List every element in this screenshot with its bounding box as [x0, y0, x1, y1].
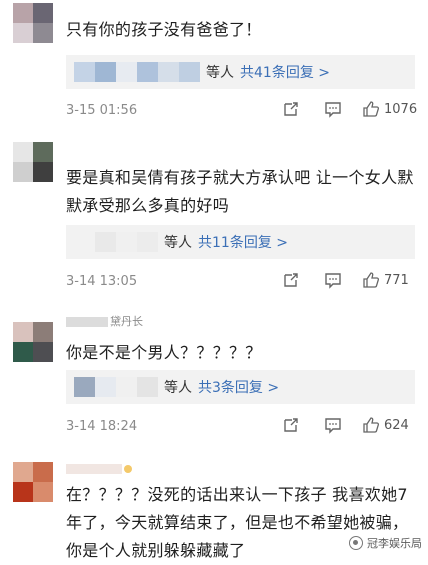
comment-actions: 1076: [282, 100, 417, 118]
share-icon[interactable]: [282, 416, 300, 434]
avatar-pixel: [33, 162, 53, 182]
timestamp: 3-14 18:24: [66, 419, 138, 434]
avatar-pixel: [13, 142, 33, 162]
others-label: 等人: [206, 65, 234, 81]
like-count: 624: [384, 417, 409, 433]
avatar-pixel: [33, 342, 53, 362]
avatar[interactable]: [13, 322, 53, 362]
avatar-pixel: [33, 23, 53, 43]
like-icon[interactable]: [362, 100, 380, 118]
view-replies-link[interactable]: 共3条回复 >: [198, 377, 279, 397]
avatar-pixel: [13, 342, 33, 362]
avatar-pixel: [33, 462, 53, 482]
timestamp: 3-14 13:05: [66, 274, 138, 289]
watermark-text: 冠李娱乐局: [367, 537, 422, 550]
view-replies-link[interactable]: 共11条回复 >: [198, 232, 288, 252]
blurred-usernames: [74, 62, 200, 82]
avatar-pixel: [33, 142, 53, 162]
avatar[interactable]: [13, 142, 53, 182]
vip-badge-icon: [124, 465, 132, 473]
like-count: 1076: [384, 101, 418, 117]
avatar-pixel: [13, 462, 33, 482]
reply-preview[interactable]: 等人 共41条回复 >: [66, 55, 415, 89]
share-icon[interactable]: [282, 100, 300, 118]
blurred-usernames: [74, 377, 158, 397]
avatar-pixel: [33, 482, 53, 502]
like-count: 771: [384, 272, 409, 288]
share-icon[interactable]: [282, 271, 300, 289]
avatar[interactable]: [13, 3, 53, 43]
comment-icon[interactable]: [324, 271, 342, 289]
others-label: 等人: [164, 380, 192, 396]
comment-actions: 771: [282, 271, 409, 289]
avatar-pixel: [33, 322, 53, 342]
reply-preview[interactable]: 等人 共11条回复 >: [66, 225, 415, 259]
comment-text: 只有你的孩子没有爸爸了！: [66, 20, 262, 39]
view-replies-link[interactable]: 共41条回复 >: [240, 62, 330, 82]
username[interactable]: 黛丹长: [66, 316, 143, 328]
comment-text: 在？？？？没死的话出来认一下孩子 我喜欢她7年了，今天就算结束了，但是也不希望她…: [66, 485, 409, 560]
comment-text: 要是真和吴倩有孩子就大方承认吧 让一个女人默默承受那么多真的好吗: [66, 168, 414, 215]
wechat-logo-icon: [349, 536, 363, 550]
username[interactable]: [66, 463, 132, 475]
avatar-pixel: [13, 3, 33, 23]
like-icon[interactable]: [362, 271, 380, 289]
avatar-pixel: [13, 322, 33, 342]
avatar-pixel: [13, 162, 33, 182]
timestamp: 3-15 01:56: [66, 103, 138, 118]
blurred-usernames: [74, 232, 158, 252]
username-text: 黛丹长: [110, 315, 143, 328]
reply-preview[interactable]: 等人 共3条回复 >: [66, 370, 415, 404]
others-label: 等人: [164, 235, 192, 251]
comment-icon[interactable]: [324, 416, 342, 434]
comment-actions: 624: [282, 416, 409, 434]
comment-text: 你是不是个男人？？？？？: [66, 343, 262, 362]
avatar-pixel: [33, 3, 53, 23]
comment-icon[interactable]: [324, 100, 342, 118]
like-icon[interactable]: [362, 416, 380, 434]
avatar-pixel: [13, 482, 33, 502]
avatar[interactable]: [13, 462, 53, 502]
watermark: 冠李娱乐局: [349, 535, 422, 551]
avatar-pixel: [13, 23, 33, 43]
